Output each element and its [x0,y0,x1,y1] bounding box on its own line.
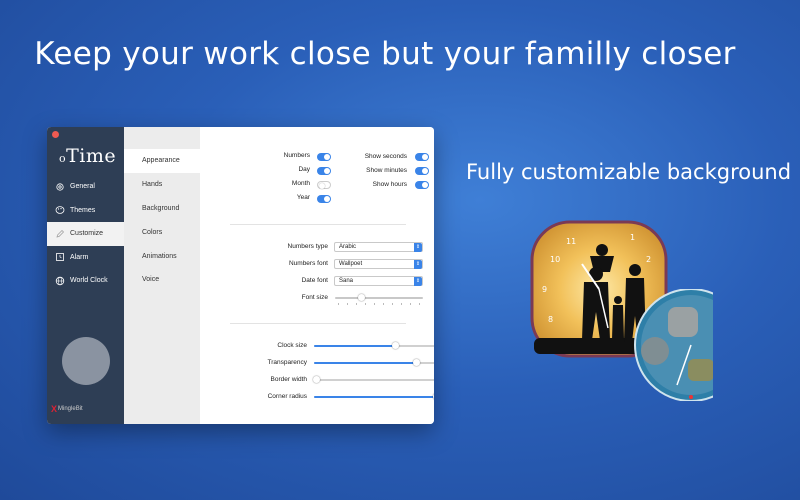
photo-thumbnail [688,359,713,381]
numbers-font-label: Numbers font [288,260,328,267]
headline: Keep your work close but your familly cl… [34,36,736,72]
numbers-type-select[interactable]: Arabic ⇕ [334,242,423,252]
show-seconds-toggle[interactable] [415,153,429,161]
svg-text:10: 10 [550,255,560,264]
clock-size-slider[interactable] [314,342,434,349]
edit-icon [55,229,65,239]
numbers-type-label: Numbers type [287,243,328,250]
sidebar-item-label: General [70,183,95,191]
font-size-ticks [338,303,420,305]
photo-thumbnail [641,337,669,365]
close-button[interactable] [52,131,59,138]
svg-text:1: 1 [630,233,635,242]
sidebar: oTime General Themes Customize Alarm Wor… [47,127,124,424]
date-font-select[interactable]: Sana ⇕ [334,276,423,286]
chevron-updown-icon: ⇕ [414,260,422,269]
svg-text:11: 11 [566,237,576,246]
avatar[interactable] [62,337,110,385]
clock-preview-small [634,289,713,401]
brand-logo: X MingleBit [51,404,83,414]
month-toggle[interactable] [317,181,331,189]
tab-background[interactable]: Background [124,197,200,221]
numbers-label: Numbers [283,152,310,159]
corner-radius-label: Corner radius [267,393,307,400]
date-font-label: Date font [301,277,328,284]
show-seconds-label: Show seconds [364,153,407,160]
tab-colors[interactable]: Colors [124,220,200,244]
border-width-label: Border width [270,376,308,383]
svg-text:2: 2 [646,255,651,264]
sidebar-item-label: Customize [70,230,104,238]
show-hours-label: Show hours [372,181,407,188]
svg-text:9: 9 [542,285,547,294]
tab-appearance[interactable]: Appearance [124,149,200,173]
sidebar-item-customize[interactable]: Customize [47,222,124,246]
divider [230,224,406,225]
day-toggle[interactable] [317,167,331,175]
show-hours-toggle[interactable] [415,181,429,189]
slider-knob[interactable] [313,376,320,383]
font-size-slider[interactable] [335,294,423,301]
show-minutes-toggle[interactable] [415,167,429,175]
app-logo: oTime [59,145,117,167]
year-label: Year [296,194,310,201]
chevron-updown-icon: ⇕ [414,277,422,286]
show-minutes-label: Show minutes [366,167,407,174]
preferences-window: oTime General Themes Customize Alarm Wor… [47,127,434,424]
sidebar-nav: General Themes Customize Alarm World Clo… [47,175,124,293]
sidebar-item-alarm[interactable]: Alarm [47,246,124,270]
slider-knob[interactable] [413,359,420,366]
transparency-slider[interactable] [314,359,434,366]
divider [230,323,406,324]
svg-text:8: 8 [548,315,553,324]
tab-animations[interactable]: Animations [124,244,200,268]
month-label: Month [291,180,310,187]
palette-icon [55,205,65,215]
globe-icon [55,276,65,286]
subhead: Fully customizable background [466,160,792,184]
sidebar-item-themes[interactable]: Themes [47,199,124,223]
tab-hands[interactable]: Hands [124,173,200,197]
photo-thumbnail [668,307,698,337]
clock-marker [689,395,693,399]
corner-radius-slider[interactable] [314,393,434,400]
clock-size-label: Clock size [277,342,307,349]
numbers-font-select[interactable]: Wallpoet ⇕ [334,259,423,269]
appearance-panel: Numbers Day Month Year Show seconds Show… [200,127,434,424]
numbers-toggle[interactable] [317,153,331,161]
year-toggle[interactable] [317,195,331,203]
slider-knob[interactable] [357,294,365,301]
slider-knob[interactable] [433,393,434,400]
tab-voice[interactable]: Voice [124,268,200,292]
font-size-label: Font size [301,294,328,301]
sidebar-item-general[interactable]: General [47,175,124,199]
chevron-updown-icon: ⇕ [414,243,422,252]
subnav: Appearance Hands Background Colors Anima… [124,127,200,424]
slider-knob[interactable] [391,342,399,349]
day-label: Day [298,166,310,173]
sidebar-item-label: World Clock [70,277,108,285]
sidebar-item-world-clock[interactable]: World Clock [47,269,124,293]
gear-icon [55,182,65,192]
sidebar-item-label: Alarm [70,253,89,261]
transparency-label: Transparency [267,359,308,366]
alarm-icon [55,252,65,262]
border-width-slider[interactable] [313,376,434,383]
sidebar-item-label: Themes [70,206,96,214]
